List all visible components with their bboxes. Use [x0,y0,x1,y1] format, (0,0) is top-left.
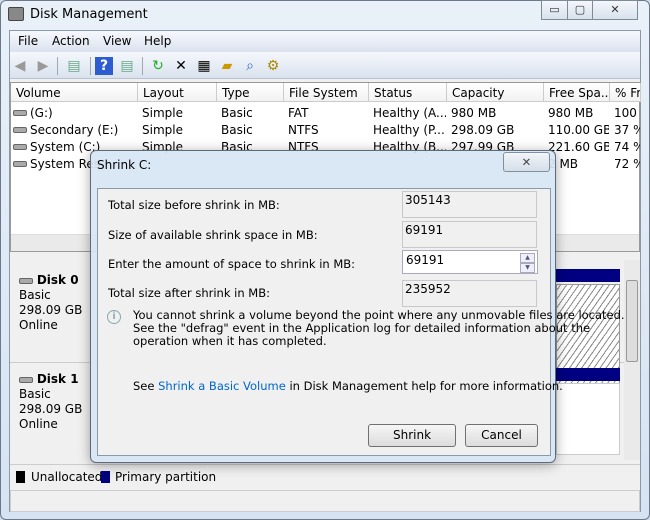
vertical-scrollbar[interactable] [624,260,640,460]
column-header-volume[interactable]: Volume [11,83,138,102]
status-bar [10,490,640,512]
primary-partition-swatch [101,471,110,483]
column-header-free-space[interactable]: Free Spa... [544,83,610,102]
cancel-button[interactable]: Cancel [465,424,538,447]
table-cell: 2 MB [548,157,579,171]
maximize-button[interactable]: ▢ [567,0,593,20]
shrink-basic-volume-link[interactable]: Shrink a Basic Volume [158,379,286,393]
menu-help[interactable]: Help [144,34,171,48]
column-header-status[interactable]: Status [369,83,447,102]
table-cell: 100 % [614,106,640,120]
explore-icon[interactable]: ⌕ [241,57,259,75]
legend-primary-partition: Primary partition [115,470,217,484]
table-cell: 110.00 GB [548,123,609,137]
disk-state: Online [19,417,58,431]
after-value: 235952 [402,280,537,307]
available-label: Size of available shrink space in MB: [108,228,318,242]
table-cell: Simple [142,123,183,137]
column-header-percent-free[interactable]: % Fre [610,83,641,102]
spin-up-icon[interactable]: ▲ [520,253,535,263]
table-cell: 221.60 GB [548,140,609,154]
column-header-file-system[interactable]: File System [284,83,369,102]
open-folder-icon[interactable]: ▰ [218,57,236,75]
before-value: 305143 [402,191,537,218]
drive-icon [13,110,27,116]
column-header-layout[interactable]: Layout [138,83,217,102]
column-header-capacity[interactable]: Capacity [447,83,544,102]
settings-icon[interactable]: ⚙ [264,57,282,75]
disk-icon [19,377,33,383]
table-cell: Basic [221,106,253,120]
disk-1-info[interactable]: Disk 1 Basic 298.09 GB Online [19,372,82,432]
table-cell: 74 % [614,140,640,154]
spin-down-icon[interactable]: ▼ [520,263,535,273]
drive-icon [13,127,27,133]
drive-icon [13,144,27,150]
dialog-close-button[interactable]: ✕ [503,152,550,172]
menu-bar: File Action View Help [10,31,640,52]
action-pane-icon[interactable]: ▤ [118,57,136,75]
partition[interactable] [556,383,620,455]
disk-size: 298.09 GB [19,402,83,416]
help-icon[interactable]: ? [95,57,113,75]
table-cell: FAT [288,106,309,120]
table-cell: 37 % [614,123,640,137]
back-icon[interactable]: ◀ [11,57,29,75]
table-cell: 980 MB [451,106,497,120]
column-header-type[interactable]: Type [217,83,284,102]
table-cell: 980 MB [548,106,594,120]
disk-type: Basic [19,387,51,401]
partition-bar[interactable] [556,368,620,381]
close-button[interactable]: ✕ [592,0,638,20]
refresh-icon[interactable]: ↻ [149,57,167,75]
disk-name: Disk 1 [36,372,79,386]
help-text: See Shrink a Basic Volume in Disk Manage… [133,379,563,393]
table-cell: Secondary (E:) [30,123,119,137]
minimize-button[interactable]: ▭ [541,0,568,20]
unallocated-swatch [16,471,25,483]
dialog-title: Shrink C: [97,158,152,172]
console-tree-icon[interactable]: ▤ [65,57,83,75]
available-value: 69191 [402,221,537,248]
delete-icon[interactable]: ✕ [172,57,190,75]
forward-icon[interactable]: ▶ [34,57,52,75]
before-label: Total size before shrink in MB: [108,198,280,212]
legend: Unallocated Primary partition [10,464,640,488]
legend-unallocated: Unallocated [31,470,103,484]
disk-size: 298.09 GB [19,303,83,317]
table-cell: Healthy (P... [373,123,445,137]
table-cell: Simple [142,106,183,120]
shrink-button[interactable]: Shrink [368,424,456,447]
table-cell: Basic [221,123,253,137]
menu-file[interactable]: File [18,34,38,48]
shrink-amount-label: Enter the amount of space to shrink in M… [108,257,356,271]
disk-icon [19,278,33,284]
shrink-amount-input[interactable]: 69191 [402,250,538,274]
table-cell: Healthy (A... [373,106,446,120]
menu-view[interactable]: View [103,34,131,48]
window-title: Disk Management [30,7,148,22]
info-icon: i [107,310,121,324]
table-cell: 298.09 GB [451,123,515,137]
info-text: You cannot shrink a volume beyond the po… [133,308,625,348]
disk-management-app-icon [8,7,24,21]
partition-bar[interactable] [556,269,620,282]
properties-icon[interactable]: ▦ [195,57,213,75]
table-cell: NTFS [288,123,319,137]
menu-action[interactable]: Action [52,34,90,48]
disk-name: Disk 0 [36,273,79,287]
after-label: Total size after shrink in MB: [108,286,270,300]
table-cell: 72 % [614,157,640,171]
drive-icon [13,161,27,167]
disk-type: Basic [19,288,51,302]
disk-state: Online [19,318,58,332]
toolbar: ◀ ▶ ▤ ? ▤ ↻ ✕ ▦ ▰ ⌕ ⚙ [10,52,640,79]
disk-0-info[interactable]: Disk 0 Basic 298.09 GB Online [19,273,82,333]
table-cell: (G:) [30,106,53,120]
